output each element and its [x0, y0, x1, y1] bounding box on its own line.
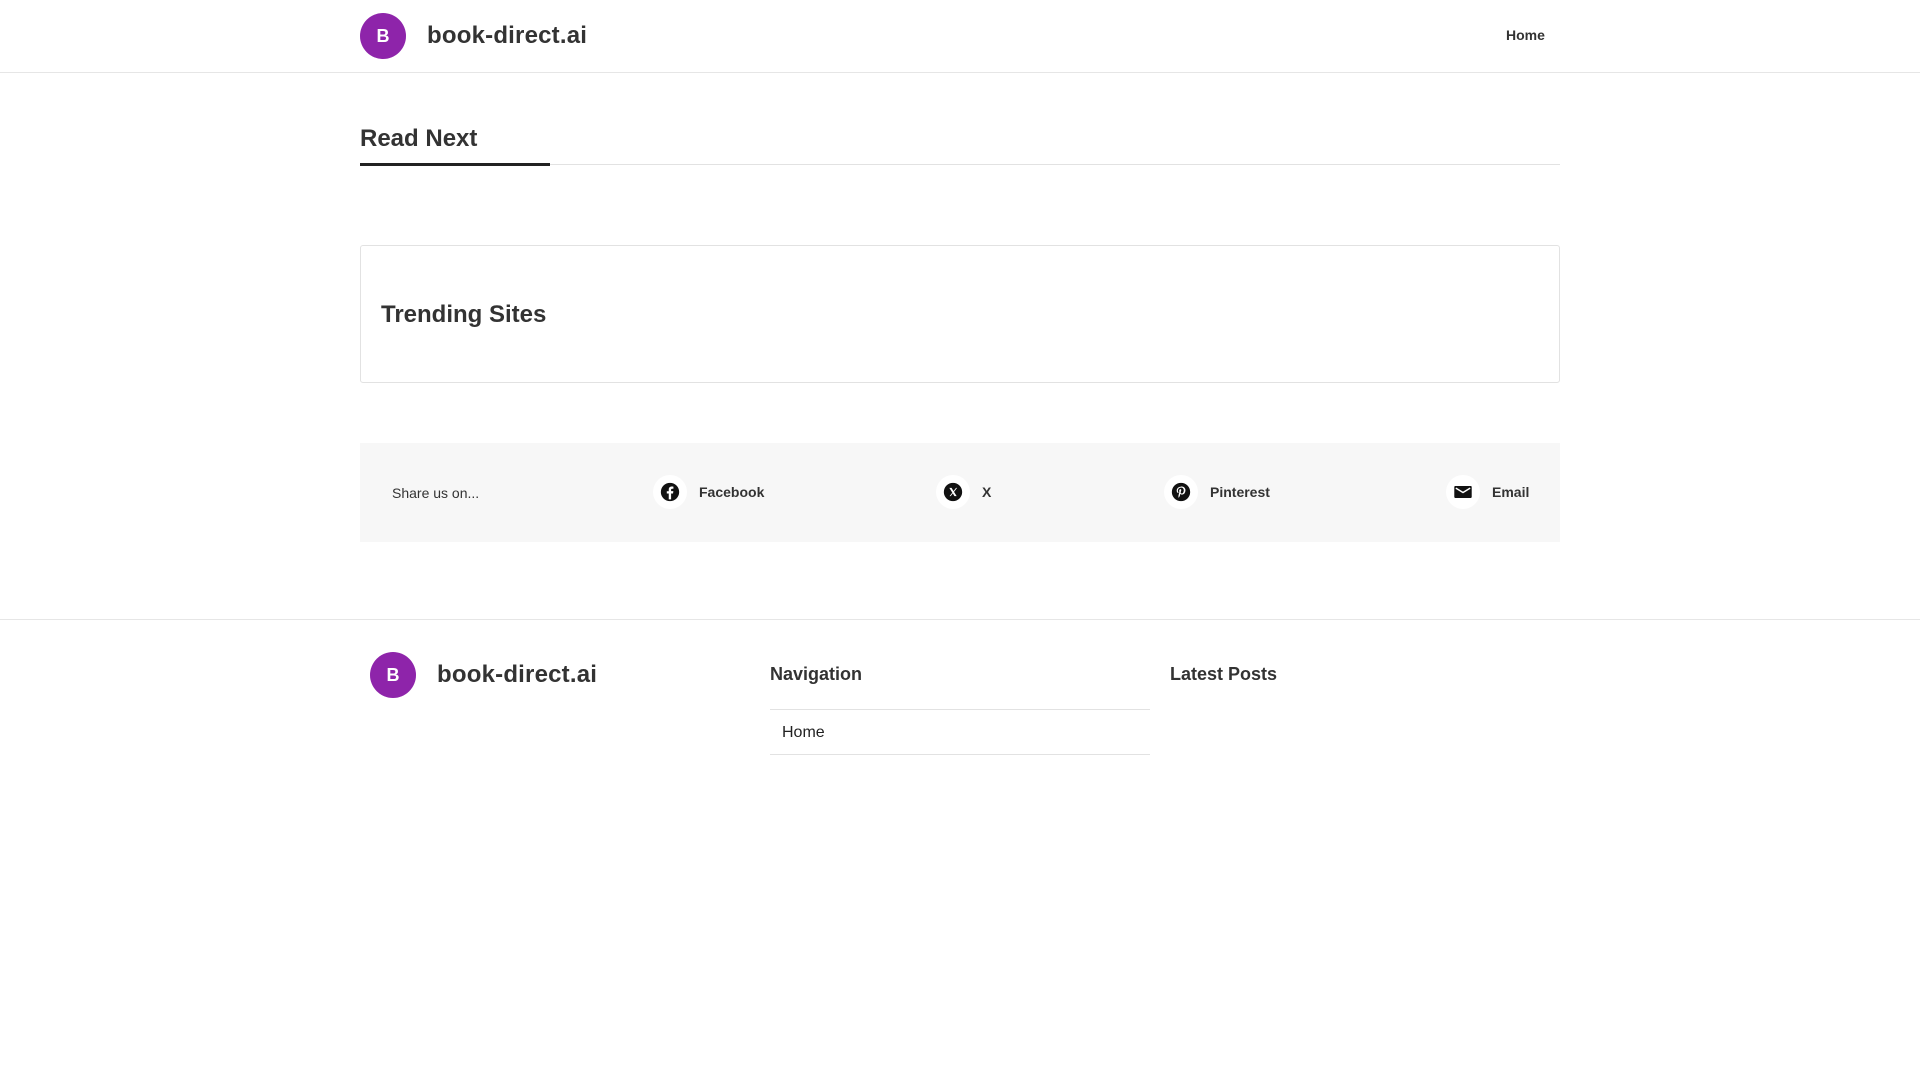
footer-nav-link-home[interactable]: Home	[770, 710, 1150, 755]
read-next-heading: Read Next	[360, 125, 478, 152]
share-bar: Share us on... Facebook X Pinterest Emai…	[360, 443, 1560, 542]
facebook-icon	[653, 475, 687, 509]
nav-link-home[interactable]: Home	[1506, 27, 1545, 43]
read-next-section: Read Next	[360, 124, 1560, 166]
share-email-button[interactable]: Email	[1446, 475, 1529, 509]
email-icon	[1446, 475, 1480, 509]
share-facebook-label: Facebook	[699, 484, 765, 500]
footer-site-name[interactable]: book-direct.ai	[437, 661, 597, 689]
share-x-button[interactable]: X	[936, 475, 991, 509]
share-x-label: X	[982, 484, 992, 500]
heading-underline	[360, 163, 550, 166]
share-email-label: Email	[1492, 484, 1530, 500]
footer-logo[interactable]: B	[370, 652, 416, 698]
pinterest-icon	[1164, 475, 1198, 509]
site-name[interactable]: book-direct.ai	[427, 22, 587, 50]
share-label: Share us on...	[392, 485, 480, 501]
trending-sites-widget: Trending Sites	[360, 245, 1560, 383]
footer-brand[interactable]: B book-direct.ai	[370, 652, 597, 698]
share-pinterest-button[interactable]: Pinterest	[1164, 475, 1270, 509]
share-facebook-button[interactable]: Facebook	[653, 475, 764, 509]
site-header: B book-direct.ai Home	[0, 0, 1920, 73]
trending-sites-heading: Trending Sites	[381, 301, 547, 328]
share-pinterest-label: Pinterest	[1210, 484, 1270, 500]
site-brand[interactable]: B book-direct.ai	[360, 13, 587, 59]
footer-latest-posts-heading: Latest Posts	[1170, 664, 1278, 684]
x-icon	[936, 475, 970, 509]
footer-navigation-list: Home	[770, 709, 1150, 755]
footer-navigation-heading: Navigation	[770, 664, 863, 684]
site-footer: B book-direct.ai Navigation Home Latest …	[0, 619, 1920, 1080]
site-logo[interactable]: B	[360, 13, 406, 59]
